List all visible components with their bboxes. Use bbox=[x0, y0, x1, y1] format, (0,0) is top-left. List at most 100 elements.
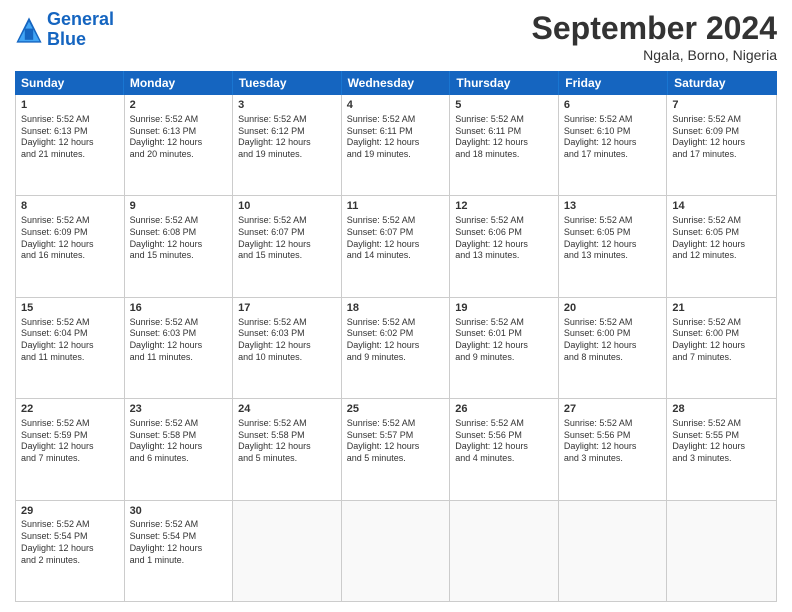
day-info: Sunrise: 5:52 AM Sunset: 5:54 PM Dayligh… bbox=[130, 519, 228, 566]
day-info: Sunrise: 5:52 AM Sunset: 6:00 PM Dayligh… bbox=[564, 317, 662, 364]
day-number: 9 bbox=[130, 199, 228, 214]
day-number: 17 bbox=[238, 301, 336, 316]
day-info: Sunrise: 5:52 AM Sunset: 6:07 PM Dayligh… bbox=[238, 215, 336, 262]
day-number: 24 bbox=[238, 402, 336, 417]
title-block: September 2024 Ngala, Borno, Nigeria bbox=[532, 10, 777, 63]
calendar-body: 1Sunrise: 5:52 AM Sunset: 6:13 PM Daylig… bbox=[15, 95, 777, 602]
cal-cell-r1c3: 11Sunrise: 5:52 AM Sunset: 6:07 PM Dayli… bbox=[342, 196, 451, 296]
day-info: Sunrise: 5:52 AM Sunset: 6:05 PM Dayligh… bbox=[564, 215, 662, 262]
cal-cell-r2c0: 15Sunrise: 5:52 AM Sunset: 6:04 PM Dayli… bbox=[16, 298, 125, 398]
day-info: Sunrise: 5:52 AM Sunset: 5:59 PM Dayligh… bbox=[21, 418, 119, 465]
day-number: 16 bbox=[130, 301, 228, 316]
calendar-row-5: 29Sunrise: 5:52 AM Sunset: 5:54 PM Dayli… bbox=[16, 501, 776, 601]
day-number: 27 bbox=[564, 402, 662, 417]
cal-cell-r4c2 bbox=[233, 501, 342, 601]
header-thursday: Thursday bbox=[450, 71, 559, 95]
cal-cell-r3c5: 27Sunrise: 5:52 AM Sunset: 5:56 PM Dayli… bbox=[559, 399, 668, 499]
day-number: 10 bbox=[238, 199, 336, 214]
day-info: Sunrise: 5:52 AM Sunset: 6:03 PM Dayligh… bbox=[238, 317, 336, 364]
cal-cell-r3c2: 24Sunrise: 5:52 AM Sunset: 5:58 PM Dayli… bbox=[233, 399, 342, 499]
day-info: Sunrise: 5:52 AM Sunset: 6:02 PM Dayligh… bbox=[347, 317, 445, 364]
calendar-row-3: 15Sunrise: 5:52 AM Sunset: 6:04 PM Dayli… bbox=[16, 298, 776, 399]
cal-cell-r0c1: 2Sunrise: 5:52 AM Sunset: 6:13 PM Daylig… bbox=[125, 95, 234, 195]
page: General Blue September 2024 Ngala, Borno… bbox=[0, 0, 792, 612]
day-info: Sunrise: 5:52 AM Sunset: 6:10 PM Dayligh… bbox=[564, 114, 662, 161]
day-info: Sunrise: 5:52 AM Sunset: 6:12 PM Dayligh… bbox=[238, 114, 336, 161]
header-tuesday: Tuesday bbox=[233, 71, 342, 95]
day-number: 25 bbox=[347, 402, 445, 417]
cal-cell-r3c1: 23Sunrise: 5:52 AM Sunset: 5:58 PM Dayli… bbox=[125, 399, 234, 499]
day-info: Sunrise: 5:52 AM Sunset: 6:13 PM Dayligh… bbox=[130, 114, 228, 161]
day-number: 30 bbox=[130, 504, 228, 519]
day-number: 3 bbox=[238, 98, 336, 113]
cal-cell-r0c3: 4Sunrise: 5:52 AM Sunset: 6:11 PM Daylig… bbox=[342, 95, 451, 195]
day-info: Sunrise: 5:52 AM Sunset: 6:11 PM Dayligh… bbox=[455, 114, 553, 161]
calendar-header: Sunday Monday Tuesday Wednesday Thursday… bbox=[15, 71, 777, 95]
calendar-row-2: 8Sunrise: 5:52 AM Sunset: 6:09 PM Daylig… bbox=[16, 196, 776, 297]
cal-cell-r1c5: 13Sunrise: 5:52 AM Sunset: 6:05 PM Dayli… bbox=[559, 196, 668, 296]
cal-cell-r4c1: 30Sunrise: 5:52 AM Sunset: 5:54 PM Dayli… bbox=[125, 501, 234, 601]
cal-cell-r4c0: 29Sunrise: 5:52 AM Sunset: 5:54 PM Dayli… bbox=[16, 501, 125, 601]
day-number: 18 bbox=[347, 301, 445, 316]
cal-cell-r4c6 bbox=[667, 501, 776, 601]
day-number: 12 bbox=[455, 199, 553, 214]
header-friday: Friday bbox=[559, 71, 668, 95]
calendar-row-1: 1Sunrise: 5:52 AM Sunset: 6:13 PM Daylig… bbox=[16, 95, 776, 196]
day-number: 14 bbox=[672, 199, 771, 214]
cal-cell-r3c0: 22Sunrise: 5:52 AM Sunset: 5:59 PM Dayli… bbox=[16, 399, 125, 499]
day-info: Sunrise: 5:52 AM Sunset: 6:07 PM Dayligh… bbox=[347, 215, 445, 262]
cal-cell-r1c4: 12Sunrise: 5:52 AM Sunset: 6:06 PM Dayli… bbox=[450, 196, 559, 296]
subtitle: Ngala, Borno, Nigeria bbox=[532, 47, 777, 63]
cal-cell-r1c6: 14Sunrise: 5:52 AM Sunset: 6:05 PM Dayli… bbox=[667, 196, 776, 296]
cal-cell-r0c2: 3Sunrise: 5:52 AM Sunset: 6:12 PM Daylig… bbox=[233, 95, 342, 195]
day-number: 26 bbox=[455, 402, 553, 417]
day-info: Sunrise: 5:52 AM Sunset: 6:09 PM Dayligh… bbox=[21, 215, 119, 262]
cal-cell-r2c2: 17Sunrise: 5:52 AM Sunset: 6:03 PM Dayli… bbox=[233, 298, 342, 398]
day-info: Sunrise: 5:52 AM Sunset: 6:01 PM Dayligh… bbox=[455, 317, 553, 364]
month-title: September 2024 bbox=[532, 10, 777, 47]
cal-cell-r3c3: 25Sunrise: 5:52 AM Sunset: 5:57 PM Dayli… bbox=[342, 399, 451, 499]
cal-cell-r0c6: 7Sunrise: 5:52 AM Sunset: 6:09 PM Daylig… bbox=[667, 95, 776, 195]
day-info: Sunrise: 5:52 AM Sunset: 5:58 PM Dayligh… bbox=[238, 418, 336, 465]
cal-cell-r2c3: 18Sunrise: 5:52 AM Sunset: 6:02 PM Dayli… bbox=[342, 298, 451, 398]
calendar-row-4: 22Sunrise: 5:52 AM Sunset: 5:59 PM Dayli… bbox=[16, 399, 776, 500]
day-number: 6 bbox=[564, 98, 662, 113]
day-info: Sunrise: 5:52 AM Sunset: 5:57 PM Dayligh… bbox=[347, 418, 445, 465]
header: General Blue September 2024 Ngala, Borno… bbox=[15, 10, 777, 63]
day-number: 5 bbox=[455, 98, 553, 113]
day-info: Sunrise: 5:52 AM Sunset: 5:56 PM Dayligh… bbox=[455, 418, 553, 465]
day-number: 7 bbox=[672, 98, 771, 113]
cal-cell-r2c4: 19Sunrise: 5:52 AM Sunset: 6:01 PM Dayli… bbox=[450, 298, 559, 398]
day-number: 1 bbox=[21, 98, 119, 113]
day-info: Sunrise: 5:52 AM Sunset: 5:58 PM Dayligh… bbox=[130, 418, 228, 465]
header-saturday: Saturday bbox=[668, 71, 777, 95]
cal-cell-r4c4 bbox=[450, 501, 559, 601]
logo: General Blue bbox=[15, 10, 114, 50]
day-number: 21 bbox=[672, 301, 771, 316]
logo-text: General Blue bbox=[47, 10, 114, 50]
day-number: 20 bbox=[564, 301, 662, 316]
cal-cell-r0c5: 6Sunrise: 5:52 AM Sunset: 6:10 PM Daylig… bbox=[559, 95, 668, 195]
cal-cell-r1c1: 9Sunrise: 5:52 AM Sunset: 6:08 PM Daylig… bbox=[125, 196, 234, 296]
header-sunday: Sunday bbox=[15, 71, 124, 95]
calendar: Sunday Monday Tuesday Wednesday Thursday… bbox=[15, 71, 777, 602]
day-info: Sunrise: 5:52 AM Sunset: 6:00 PM Dayligh… bbox=[672, 317, 771, 364]
cal-cell-r1c2: 10Sunrise: 5:52 AM Sunset: 6:07 PM Dayli… bbox=[233, 196, 342, 296]
cal-cell-r0c4: 5Sunrise: 5:52 AM Sunset: 6:11 PM Daylig… bbox=[450, 95, 559, 195]
day-info: Sunrise: 5:52 AM Sunset: 6:06 PM Dayligh… bbox=[455, 215, 553, 262]
cal-cell-r2c5: 20Sunrise: 5:52 AM Sunset: 6:00 PM Dayli… bbox=[559, 298, 668, 398]
cal-cell-r0c0: 1Sunrise: 5:52 AM Sunset: 6:13 PM Daylig… bbox=[16, 95, 125, 195]
day-number: 13 bbox=[564, 199, 662, 214]
day-number: 15 bbox=[21, 301, 119, 316]
header-monday: Monday bbox=[124, 71, 233, 95]
header-wednesday: Wednesday bbox=[342, 71, 451, 95]
day-number: 8 bbox=[21, 199, 119, 214]
day-info: Sunrise: 5:52 AM Sunset: 6:11 PM Dayligh… bbox=[347, 114, 445, 161]
cal-cell-r3c4: 26Sunrise: 5:52 AM Sunset: 5:56 PM Dayli… bbox=[450, 399, 559, 499]
day-info: Sunrise: 5:52 AM Sunset: 6:13 PM Dayligh… bbox=[21, 114, 119, 161]
cal-cell-r4c3 bbox=[342, 501, 451, 601]
day-info: Sunrise: 5:52 AM Sunset: 6:05 PM Dayligh… bbox=[672, 215, 771, 262]
day-number: 2 bbox=[130, 98, 228, 113]
cal-cell-r4c5 bbox=[559, 501, 668, 601]
day-number: 22 bbox=[21, 402, 119, 417]
